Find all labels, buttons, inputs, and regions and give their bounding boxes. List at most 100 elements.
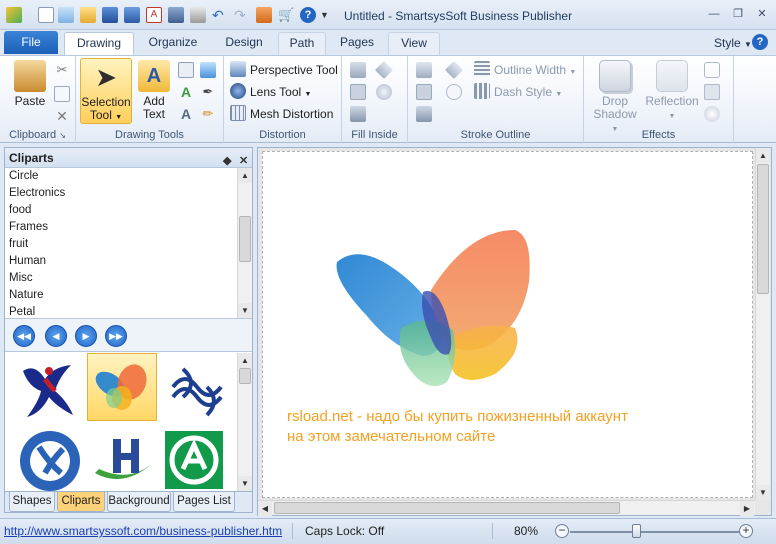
fill-color-icon[interactable] [350, 84, 366, 100]
outline-width-button[interactable]: Outline Width ▼ [474, 60, 576, 80]
print-icon[interactable] [190, 7, 206, 23]
restore-icon[interactable]: ❐ [731, 8, 745, 20]
list-item[interactable]: Human [5, 253, 237, 270]
next-page-icon[interactable]: ▶ [75, 325, 97, 347]
canvas-caption[interactable]: rsload.net - надо бы купить пожизненный … [287, 407, 707, 447]
tab-pages[interactable]: Pages [332, 32, 382, 55]
clipart-thumbnail[interactable] [163, 357, 233, 427]
app-icon[interactable] [6, 7, 22, 23]
scroll-down-icon[interactable]: ▼ [756, 485, 770, 500]
stroke-gradient-icon[interactable] [444, 60, 464, 80]
lens-tool-button[interactable]: Lens Tool ▼ [230, 82, 311, 102]
pen-icon[interactable]: ✒ [200, 84, 216, 100]
scroll-up-icon[interactable]: ▲ [238, 168, 252, 183]
scroll-thumb[interactable] [239, 216, 251, 262]
stroke-pen-icon[interactable] [416, 62, 432, 78]
minimize-icon[interactable]: — [707, 8, 721, 20]
last-page-icon[interactable]: ▶▶ [105, 325, 127, 347]
clipart-thumbnail[interactable] [15, 427, 85, 491]
zoom-slider[interactable] [570, 531, 740, 533]
zoom-in-icon[interactable]: + [739, 524, 753, 538]
list-item[interactable]: Circle [5, 168, 237, 185]
delete-icon[interactable]: ✕ [54, 108, 70, 124]
scroll-up-icon[interactable]: ▲ [238, 353, 252, 368]
tab-design[interactable]: Design [216, 32, 272, 55]
scroll-right-icon[interactable]: ▶ [740, 501, 754, 516]
canvas-vertical-scrollbar[interactable]: ▲ ▼ [755, 148, 770, 500]
tab-organize[interactable]: Organize [142, 32, 204, 55]
text-art-icon[interactable]: A [178, 84, 194, 100]
tab-background[interactable]: Background [107, 492, 171, 512]
fill-gradient-icon[interactable] [374, 60, 394, 80]
cut-icon[interactable]: ✂ [54, 62, 70, 78]
stroke-pattern-icon[interactable] [446, 84, 462, 100]
pdf-icon[interactable]: A [146, 7, 162, 23]
thumbnail-scrollbar[interactable]: ▲ ▼ [237, 353, 252, 491]
dialog-launcher-icon[interactable]: ↘ [59, 131, 66, 140]
open-icon[interactable] [80, 7, 96, 23]
pencil-icon[interactable]: ✏ [200, 106, 216, 122]
clipart-thumbnail[interactable] [15, 357, 85, 427]
vertical-text-icon[interactable] [200, 62, 216, 78]
cart-icon[interactable]: 🛒 [278, 7, 294, 23]
paint-icon[interactable] [256, 7, 272, 23]
dash-style-button[interactable]: Dash Style ▼ [474, 82, 562, 102]
reflection-button[interactable]: Reflection ▼ [644, 60, 700, 123]
selection-tool-button[interactable]: ➤ Selection Tool ▼ [80, 58, 132, 124]
canvas-area[interactable]: rsload.net - надо бы купить пожизненный … [257, 147, 772, 516]
add-text-button[interactable]: A Add Text [136, 60, 172, 121]
scroll-up-icon[interactable]: ▲ [756, 148, 770, 163]
scroll-thumb[interactable] [239, 368, 251, 384]
stroke-image-icon[interactable] [416, 106, 432, 122]
save-icon[interactable] [102, 7, 118, 23]
effect-fill-icon[interactable] [704, 84, 720, 100]
category-scrollbar[interactable]: ▲ ▼ [237, 168, 252, 318]
list-item[interactable]: fruit [5, 236, 237, 253]
new-icon[interactable] [38, 7, 54, 23]
scroll-left-icon[interactable]: ◀ [258, 501, 272, 516]
drop-shadow-button[interactable]: Drop Shadow ▼ [592, 60, 638, 136]
text-frame-icon[interactable] [178, 62, 194, 78]
list-item[interactable]: Frames [5, 219, 237, 236]
style-menu[interactable]: Style ▼ [714, 36, 752, 50]
tab-view[interactable]: View [388, 32, 440, 55]
stroke-color-icon[interactable] [416, 84, 432, 100]
list-item[interactable]: Electronics [5, 185, 237, 202]
clipart-thumbnail[interactable] [163, 429, 233, 491]
list-item[interactable]: Petal [5, 304, 237, 318]
open-template-icon[interactable] [58, 7, 74, 23]
website-link[interactable]: http://www.smartsyssoft.com/business-pub… [4, 519, 282, 543]
effect-glow-icon[interactable] [704, 106, 720, 122]
scroll-thumb[interactable] [757, 164, 769, 294]
paste-button[interactable]: Paste [10, 60, 50, 108]
close-icon[interactable]: ✕ [755, 8, 769, 20]
help-icon[interactable]: ? [300, 7, 316, 23]
zoom-slider-thumb[interactable] [632, 524, 641, 538]
mesh-distortion-button[interactable]: Mesh Distortion [230, 104, 333, 124]
list-item[interactable]: food [5, 202, 237, 219]
scroll-thumb[interactable] [274, 502, 620, 514]
undo-icon[interactable]: ↶ [212, 7, 228, 23]
scroll-down-icon[interactable]: ▼ [238, 476, 252, 491]
tab-cliparts[interactable]: Cliparts [57, 492, 105, 512]
tab-path[interactable]: Path [278, 32, 326, 55]
canvas-horizontal-scrollbar[interactable]: ◀ ▶ [258, 500, 755, 516]
text-style-icon[interactable]: A [178, 106, 194, 122]
save-as-icon[interactable] [124, 7, 140, 23]
document-page[interactable]: rsload.net - надо бы купить пожизненный … [262, 151, 753, 498]
scroll-down-icon[interactable]: ▼ [238, 303, 252, 318]
zoom-out-icon[interactable]: − [555, 524, 569, 538]
tab-drawing[interactable]: Drawing [64, 32, 134, 55]
tab-shapes[interactable]: Shapes [9, 492, 55, 512]
export-icon[interactable] [168, 7, 184, 23]
fill-pattern-icon[interactable] [376, 84, 392, 100]
previous-page-icon[interactable]: ◀ [45, 325, 67, 347]
list-item[interactable]: Misc [5, 270, 237, 287]
copy-icon[interactable] [54, 86, 70, 102]
ribbon-help-icon[interactable]: ? [752, 34, 768, 50]
fill-bucket-icon[interactable] [350, 62, 366, 78]
customize-icon[interactable]: ▼ [320, 7, 336, 23]
tab-file[interactable]: File [4, 31, 58, 54]
clipart-thumbnail[interactable] [89, 427, 159, 491]
tab-pages-list[interactable]: Pages List [173, 492, 235, 512]
